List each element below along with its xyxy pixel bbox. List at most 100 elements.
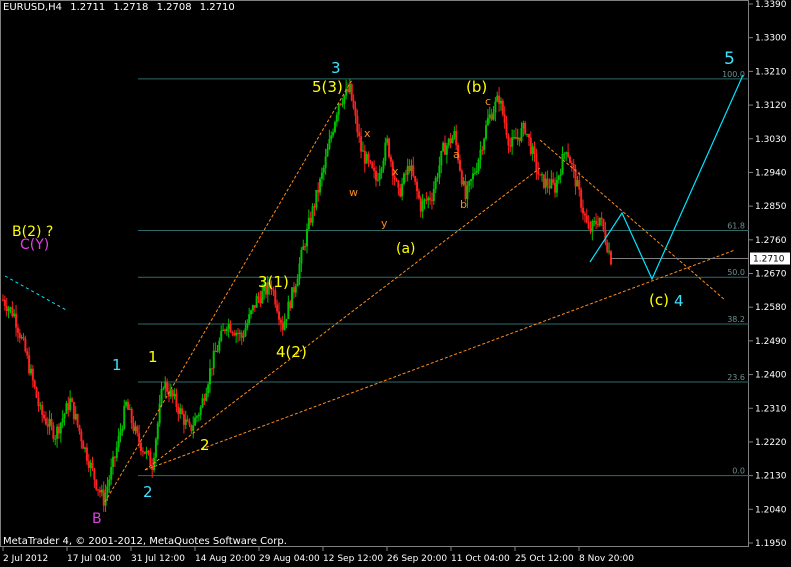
candle-body (195, 416, 198, 418)
candle-body (320, 172, 323, 179)
candle-body (134, 426, 137, 431)
candle-body (302, 246, 305, 250)
candle-body (309, 217, 312, 223)
candle-body (173, 393, 176, 397)
candle-body (147, 450, 150, 452)
candle-body (304, 246, 307, 248)
candle-body (3, 299, 6, 307)
candle-body (559, 174, 562, 176)
candle-body (589, 228, 592, 232)
candle-body (347, 88, 350, 92)
candle-body (28, 355, 31, 374)
candle-body (328, 139, 331, 150)
candle-body (339, 103, 342, 105)
candle-body (360, 136, 363, 152)
candle-body (585, 215, 588, 223)
copyright-footer: MetaTrader 4, © 2001-2012, MetaQuotes So… (3, 536, 287, 547)
candle-body (458, 160, 461, 171)
candle-body (554, 182, 557, 193)
candle-body (93, 468, 96, 480)
candle-body (102, 489, 105, 506)
candle-body (371, 162, 374, 168)
candle-body (552, 179, 555, 183)
candle-body (544, 178, 547, 188)
candle-body (348, 83, 351, 92)
candle-body (89, 462, 92, 469)
candle-body (352, 100, 355, 109)
candle-body (499, 100, 502, 104)
candle-body (307, 217, 310, 229)
candle-body (43, 414, 46, 419)
candle-body (464, 181, 467, 200)
candle-body (602, 219, 605, 230)
candle-body (253, 305, 256, 308)
wave-label: 4(2) (276, 343, 307, 361)
wave-label: 5 (724, 49, 735, 69)
candle-body (513, 136, 516, 138)
candle-body (576, 180, 579, 187)
candle-body (199, 407, 202, 415)
candle-body (436, 177, 439, 179)
candle-body (417, 191, 420, 199)
candle-body (540, 174, 543, 176)
x-axis-label: 8 Nov 20:00 (579, 554, 634, 564)
candle-body (44, 418, 47, 425)
candle-body (119, 431, 122, 436)
candle-body (429, 197, 432, 200)
candle-body (533, 146, 536, 155)
candle-body (143, 451, 146, 454)
candle-body (296, 278, 299, 287)
candle-body (524, 122, 527, 134)
candle-body (333, 122, 336, 132)
candle-body (343, 95, 346, 104)
candle-body (604, 229, 607, 243)
candle-body (97, 489, 100, 491)
candle-body (287, 301, 290, 319)
wave-label: 2 (200, 436, 210, 454)
candle-body (363, 150, 366, 164)
candle-body (438, 165, 441, 178)
candle-body (567, 152, 570, 157)
candle-body (16, 327, 19, 333)
candle-body (421, 201, 424, 212)
candle-body (203, 398, 206, 401)
wave-label: 2 (143, 483, 153, 501)
candle-body (201, 398, 204, 408)
candle-body (595, 220, 598, 225)
candle-body (80, 431, 83, 442)
x-axis-label: 29 Aug 04:00 (259, 554, 320, 564)
candle-body (106, 486, 109, 493)
candle-body (250, 310, 253, 315)
candle-body (117, 435, 120, 448)
candle-body (514, 136, 517, 140)
wave-label: w (349, 186, 358, 199)
candle-body (209, 368, 212, 385)
candle-body (518, 137, 521, 141)
candle-body (197, 414, 200, 417)
candle-body (451, 137, 454, 144)
candle-body (445, 145, 448, 155)
candle-body (223, 329, 226, 332)
candle-body (509, 145, 512, 147)
candle-body (130, 408, 133, 424)
candle-body (175, 393, 178, 407)
candle-body (257, 296, 260, 298)
candle-body (526, 133, 529, 135)
candle-body (188, 421, 191, 425)
candle-body (112, 456, 115, 467)
candle-body (160, 389, 163, 404)
candle-body (67, 403, 70, 411)
candle-body (281, 322, 284, 330)
candle-body (179, 408, 182, 414)
candle-body (216, 350, 219, 352)
fib-level-label: 50.0 (727, 268, 745, 277)
candle-body (596, 224, 599, 226)
candle-body (210, 368, 213, 370)
candle-body (479, 149, 482, 160)
candle-body (52, 425, 55, 439)
candle-body (565, 152, 568, 154)
candle-body (220, 330, 223, 341)
wave-label: B (92, 511, 102, 527)
candle-body (442, 142, 445, 152)
wave-label: a (453, 148, 460, 161)
